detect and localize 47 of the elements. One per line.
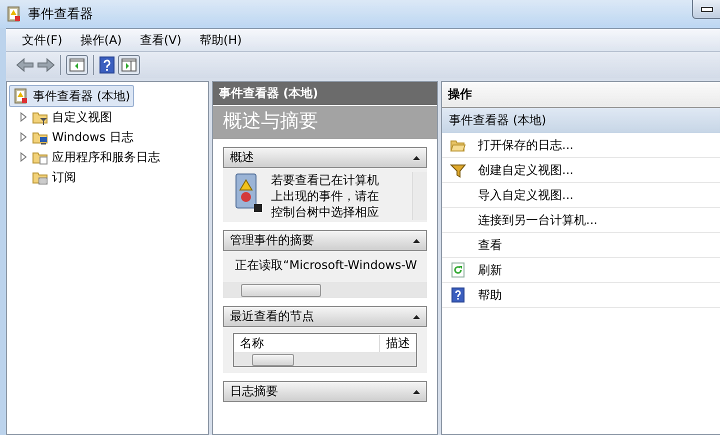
tree-item[interactable]: 应用程序和服务日志: [52, 148, 160, 166]
description-text: 若要查看已在计算机 上出现的事件，请在 控制台树中选择相应: [271, 172, 380, 220]
tree-item[interactable]: 订阅: [52, 168, 76, 186]
show-action-pane-icon[interactable]: [118, 55, 140, 75]
section-header[interactable]: 概述: [223, 147, 427, 168]
show-tree-pane-icon[interactable]: [66, 55, 88, 75]
forward-arrow-icon[interactable]: [37, 57, 55, 73]
refresh-icon: [450, 262, 466, 278]
action-group-header[interactable]: 事件查看器 (本地): [442, 108, 720, 133]
pane-header: 事件查看器 (本地): [213, 82, 437, 105]
tree-item[interactable]: 自定义视图: [52, 108, 112, 126]
help-icon[interactable]: [99, 56, 115, 74]
horizontal-scrollbar[interactable]: [223, 282, 427, 298]
action-item[interactable]: 打开保存的日志...: [478, 136, 574, 154]
window-title: 事件查看器: [28, 6, 93, 23]
column-header[interactable]: 描述: [380, 335, 416, 352]
page-title: 概述与摘要: [213, 105, 437, 139]
action-item[interactable]: 刷新: [478, 262, 502, 278]
section-header[interactable]: 管理事件的摘要: [223, 230, 427, 251]
tree-item[interactable]: Windows 日志: [52, 128, 134, 146]
event-log-icon: [233, 172, 263, 214]
action-item[interactable]: 连接到另一台计算机...: [478, 212, 598, 228]
minimize-button[interactable]: [692, 0, 720, 19]
action-item[interactable]: 导入自定义视图...: [478, 186, 574, 204]
funnel-icon: [450, 162, 466, 178]
action-item[interactable]: 帮助: [478, 286, 502, 304]
action-item[interactable]: 创建自定义视图...: [478, 162, 574, 178]
status-text: 正在读取“Microsoft-Windows-W: [234, 257, 418, 274]
menu-item[interactable]: 查看(V): [132, 30, 190, 50]
tree-item[interactable]: 事件查看器 (本地): [9, 85, 134, 107]
section-header[interactable]: 最近查看的节点: [223, 306, 427, 327]
collapse-caret-icon[interactable]: [413, 238, 420, 243]
collapse-caret-icon[interactable]: [413, 314, 420, 319]
back-arrow-icon[interactable]: [16, 57, 34, 73]
menu-item[interactable]: 帮助(H): [191, 30, 250, 50]
menu-item[interactable]: 操作(A): [72, 30, 130, 50]
section-header[interactable]: 日志摘要: [223, 381, 427, 402]
event-viewer-icon: [6, 6, 22, 22]
event-viewer-icon: [13, 88, 29, 104]
collapse-caret-icon[interactable]: [413, 155, 420, 160]
pane-header: 操作: [442, 82, 720, 108]
vertical-scrollbar[interactable]: [412, 172, 427, 220]
action-item[interactable]: 查看: [478, 236, 502, 254]
menu-item[interactable]: 文件(F): [14, 30, 70, 50]
horizontal-scrollbar[interactable]: [234, 352, 416, 366]
collapse-caret-icon[interactable]: [413, 389, 420, 394]
help-icon: [450, 287, 466, 303]
